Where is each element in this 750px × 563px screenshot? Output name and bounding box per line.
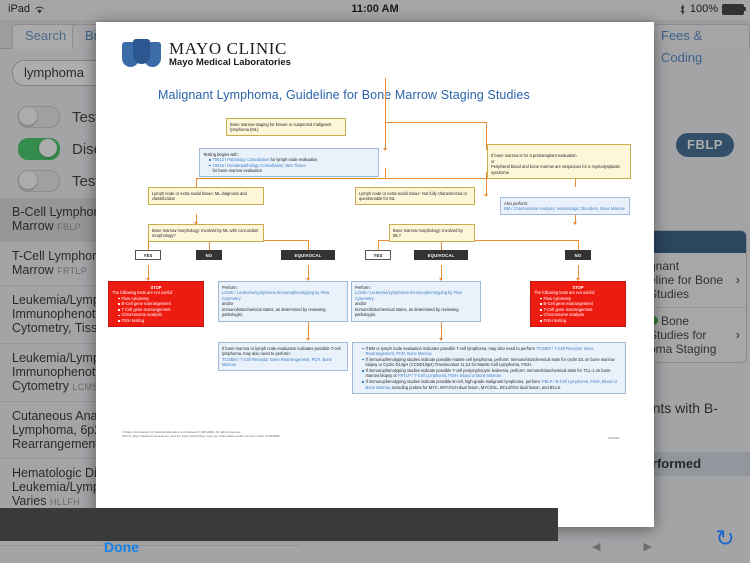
- note-text: If immunophenotyping studies indicate po…: [365, 379, 543, 385]
- node-start-text: Bone marrow staging for known or suspect…: [230, 121, 332, 133]
- node-stop-right: STOP The following tests are not useful:…: [530, 281, 626, 328]
- battery-percent-label: 100%: [689, 3, 718, 15]
- logo-line-1: MAYO CLINIC: [169, 38, 287, 58]
- status-bar: iPad 11:00 AM 100%: [0, 0, 750, 20]
- node-right-branch-text: Lymph node or extra-nodal tissue: Not fu…: [359, 190, 468, 202]
- node-right-branch: Lymph node or extra-nodal tissue: Not fu…: [355, 187, 475, 206]
- node-right-branch-morphology-text: Bone marrow morphology: Involved by ML?: [393, 227, 463, 239]
- list-item: If immunophenotyping studies indicate po…: [362, 379, 622, 390]
- node-also-perform: Also perform: BM / Chromosome Analysis, …: [500, 197, 630, 216]
- done-button[interactable]: Done: [104, 539, 139, 555]
- clock: 11:00 AM: [351, 3, 399, 15]
- test-rest: for bone marrow evaluation: [212, 168, 263, 174]
- node-perform-right: Perform: LCMS / Leukemia/Lymphoma Immuno…: [351, 281, 481, 322]
- note-text: If BM or lymph node evaluation indicates…: [365, 345, 537, 351]
- node-left-branch-text: Lymph node or extra-nodal tissue: ML dia…: [152, 190, 247, 202]
- node-tcell-note-left: If bone marrow or lymph node evaluation …: [218, 342, 348, 372]
- note-text: If immunophenotyping studies indicate po…: [365, 356, 615, 368]
- node-perform-link[interactable]: LCMS / Leukemia/Lymphoma Immunophenotypi…: [222, 290, 344, 301]
- list-item: FISH testing: [540, 318, 622, 324]
- node-additional-testing-notes: If BM or lymph node evaluation indicates…: [352, 342, 626, 394]
- additional-notes-list: If BM or lymph node evaluation indicates…: [356, 346, 622, 391]
- node-also-perform-link[interactable]: BM / Chromosome Analysis, Hematologic Di…: [504, 206, 626, 212]
- page-title: Malignant Lymphoma, Guideline for Bone M…: [158, 88, 530, 102]
- mayo-logo: MAYO CLINIC Mayo Medical Laboratories: [122, 39, 291, 69]
- document-footer: © Mayo Foundation for Medical Education …: [122, 430, 280, 439]
- list-item: FISH testing: [118, 318, 200, 324]
- note-tail: , including probes for MYC, MYC/IGH dual…: [389, 384, 562, 390]
- reload-icon[interactable]: ↻: [712, 525, 738, 551]
- node-pretransplant: If bone marrow is for a pretransplant ev…: [487, 144, 631, 179]
- note-link[interactable]: FRTLP / T-Cell Lymphoma, FISH, Blood or …: [398, 373, 500, 378]
- node-left-branch: Lymph node or extra-nodal tissue: ML dia…: [148, 187, 264, 206]
- pdf-page-nav: ◀ ▶: [592, 540, 652, 553]
- chip-yes-left: YES: [135, 250, 161, 260]
- pdf-document-page: MAYO CLINIC Mayo Medical Laboratories Ma…: [96, 22, 654, 465]
- mayo-triple-shield-icon: [122, 39, 162, 69]
- node-start: Bone marrow staging for known or suspect…: [226, 118, 346, 137]
- pdf-modal-sheet: MAYO CLINIC Mayo Medical Laboratories Ma…: [96, 22, 654, 527]
- node-right-branch-morphology: Bone marrow morphology: Involved by ML?: [389, 224, 475, 243]
- chip-yes-right: YES: [365, 250, 391, 260]
- document-date: 07/2013: [608, 436, 620, 440]
- chip-no-left: NO: [196, 250, 222, 260]
- node-left-branch-morphology-text: Bone marrow morphology: Involved by ML w…: [152, 227, 259, 239]
- node-left-branch-morphology: Bone marrow morphology: Involved by ML w…: [148, 224, 264, 243]
- chip-no-right: NO: [565, 250, 591, 260]
- node-tcell-note-left-link[interactable]: TCGBM / T-Cell Receptor Gene Rearrangeme…: [222, 357, 344, 368]
- list-item: If immunophenotyping studies indicate po…: [362, 357, 622, 368]
- node-testing-begins-list: 70012 / Pathology Consultation for lymph…: [203, 157, 375, 174]
- node-stop-left: STOP The following tests are not useful:…: [108, 281, 204, 328]
- node-stop-list: Flow cytometry B-Cell gene rearrangement…: [534, 296, 622, 324]
- prev-page-icon[interactable]: ◀: [592, 540, 600, 553]
- node-tcell-note-left-text: If bone marrow or lymph node evaluation …: [222, 345, 341, 357]
- node-pretransplant-text: If bone marrow is for a pretransplant ev…: [491, 153, 621, 175]
- chip-equivocal-left: EQUIVOCAL: [281, 250, 335, 260]
- test-rest: for lymph node evaluation: [269, 157, 318, 163]
- note-tail: .: [500, 373, 502, 379]
- node-perform-left: Perform: LCMS / Leukemia/Lymphoma Immuno…: [218, 281, 348, 322]
- chip-equivocal-right: EQUIVOCAL: [414, 250, 468, 260]
- next-page-icon[interactable]: ▶: [644, 540, 652, 553]
- pdf-toolbar: [0, 508, 558, 541]
- list-item: If BM or lymph node evaluation indicates…: [362, 346, 622, 357]
- node-perform-tail: Immunohistochemical stains, as determine…: [222, 306, 326, 318]
- test-link[interactable]: 70016 / Hematopathology Consultation, We…: [213, 163, 306, 168]
- battery-icon: [722, 3, 746, 15]
- node-perform-tail: Immunohistochemical stains, as determine…: [355, 306, 459, 318]
- test-link[interactable]: 70012 / Pathology Consultation: [213, 157, 270, 162]
- bluetooth-icon: [680, 3, 685, 15]
- node-testing-begins: Testing begins with: 70012 / Pathology C…: [199, 148, 379, 178]
- list-item: 70016 / Hematopathology Consultation, We…: [209, 163, 375, 174]
- logo-line-2: Mayo Medical Laboratories: [169, 56, 291, 68]
- status-bar-right: 100%: [679, 3, 746, 15]
- footer-line-2: MAYO, Mayo Medical Laboratories and the …: [122, 434, 281, 439]
- list-item: If immunophenotyping studies indicate po…: [362, 368, 622, 379]
- node-perform-link[interactable]: LCMS / Leukemia/Lymphoma Immunophenotypi…: [355, 290, 477, 301]
- node-stop-list: Flow cytometry B-Cell gene rearrangement…: [112, 296, 200, 324]
